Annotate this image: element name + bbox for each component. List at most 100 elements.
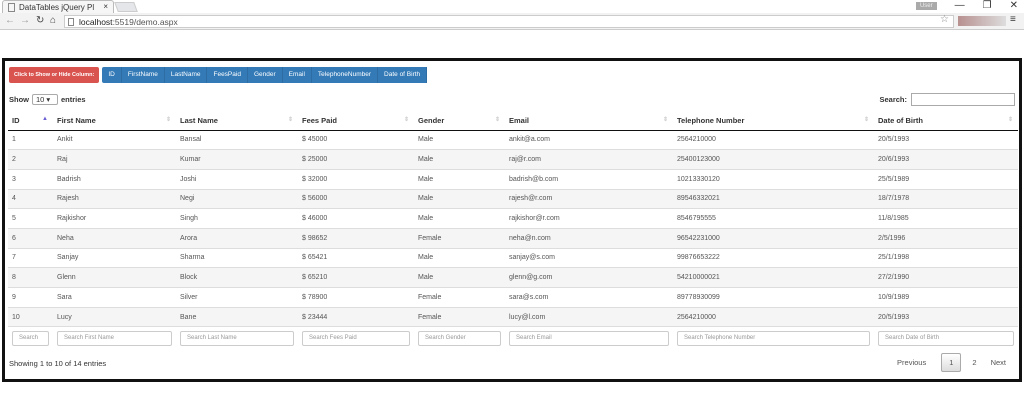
page-1-button[interactable]: 1 bbox=[941, 353, 962, 372]
column-header-email[interactable]: Email ⇕ bbox=[505, 111, 673, 131]
cell-date-of-birth: 10/9/1989 bbox=[874, 287, 1018, 308]
cell-last-name: Bane bbox=[176, 306, 298, 327]
close-window-icon[interactable]: ✕ bbox=[1010, 0, 1018, 11]
user-badge[interactable]: User bbox=[915, 1, 937, 10]
filter-input-telephone-number[interactable]: Search Telephone Number bbox=[677, 330, 870, 346]
table-row[interactable]: 7 Sanjay Sharma $ 65421 Male sanjay@s.com 9987… bbox=[8, 247, 1018, 268]
filter-input-email[interactable]: Search Email bbox=[509, 330, 669, 346]
new-tab-button[interactable] bbox=[114, 2, 138, 12]
cell-first-name: Rajkishor bbox=[53, 208, 176, 229]
cell-first-name: Sara bbox=[53, 287, 176, 308]
page-2-button[interactable]: 2 bbox=[965, 354, 983, 371]
browser-tab[interactable]: DataTables jQuery Pl × bbox=[2, 0, 114, 13]
column-header-fees-paid[interactable]: Fees Paid ⇕ bbox=[298, 111, 414, 131]
column-header-telephone-number[interactable]: Telephone Number ⇕ bbox=[673, 111, 874, 131]
toggle-column-email[interactable]: Email bbox=[282, 67, 312, 83]
cell-fees-paid: $ 45000 bbox=[298, 129, 414, 150]
cell-gender: Male bbox=[414, 168, 505, 190]
filter-cell: Search Email bbox=[505, 326, 673, 349]
search-label: Search: bbox=[879, 95, 907, 104]
toggle-column-id[interactable]: ID bbox=[102, 67, 122, 83]
cell-id: 3 bbox=[8, 168, 53, 190]
filter-cell: Search Telephone Number bbox=[673, 326, 874, 349]
table-info: Showing 1 to 10 of 14 entries bbox=[9, 359, 107, 368]
reload-icon[interactable]: ↻ bbox=[36, 15, 44, 26]
entries-label: entries bbox=[61, 95, 86, 104]
toggle-label-button[interactable]: Click to Show or Hide Column: bbox=[9, 67, 100, 83]
toggle-column-lastname[interactable]: LastName bbox=[164, 67, 208, 83]
toggle-column-gender[interactable]: Gender bbox=[247, 67, 283, 83]
filter-input-fees-paid[interactable]: Search Fees Paid bbox=[302, 330, 410, 346]
cell-email: neha@n.com bbox=[505, 227, 673, 249]
column-header-last-name[interactable]: Last Name ⇕ bbox=[176, 111, 298, 131]
table-row[interactable]: 1 Ankit Bansal $ 45000 Male ankit@a.com 256421… bbox=[8, 129, 1018, 150]
menu-icon[interactable]: ≡ bbox=[1010, 14, 1016, 25]
filter-input-id[interactable]: Search bbox=[12, 330, 49, 346]
tab-title: DataTables jQuery Pl bbox=[19, 3, 95, 12]
cell-id: 9 bbox=[8, 287, 53, 308]
cell-last-name: Sharma bbox=[176, 247, 298, 268]
toggle-column-date-of-birth[interactable]: Date of Birth bbox=[378, 67, 428, 83]
url-path: :5519/demo.aspx bbox=[112, 17, 178, 27]
table-row[interactable]: 8 Glenn Block $ 65210 Male glenn@g.com 5421000… bbox=[8, 267, 1018, 288]
filter-input-gender[interactable]: Search Gender bbox=[418, 330, 501, 346]
header-label: Email bbox=[509, 115, 530, 125]
cell-first-name: Rajesh bbox=[53, 188, 176, 209]
forward-icon[interactable]: → bbox=[20, 15, 30, 26]
show-label: Show bbox=[9, 95, 29, 104]
column-header-first-name[interactable]: First Name ⇕ bbox=[53, 111, 176, 131]
filter-input-first-name[interactable]: Search First Name bbox=[57, 330, 172, 346]
table-row[interactable]: 5 Rajkishor Singh $ 46000 Male rajkishor@r.co… bbox=[8, 208, 1018, 229]
cell-id: 8 bbox=[8, 267, 53, 288]
home-icon[interactable]: ⌂ bbox=[50, 15, 56, 26]
header-label: ID bbox=[12, 115, 20, 125]
sort-icon: ⇕ bbox=[165, 117, 171, 123]
extensions bbox=[958, 16, 1006, 26]
maximize-icon[interactable]: ❐ bbox=[983, 0, 992, 11]
cell-date-of-birth: 20/6/1993 bbox=[874, 149, 1018, 170]
cell-fees-paid: $ 32000 bbox=[298, 168, 414, 190]
datatable-wrapper: Click to Show or Hide Column: ID FirstNam… bbox=[2, 58, 1022, 382]
close-tab-icon[interactable]: × bbox=[103, 2, 108, 11]
sort-icon: ⇕ bbox=[863, 117, 869, 123]
cell-telephone-number: 10213330120 bbox=[673, 168, 874, 190]
sort-icon: ⇕ bbox=[494, 117, 500, 123]
previous-button[interactable]: Previous bbox=[890, 354, 933, 371]
cell-gender: Male bbox=[414, 267, 505, 288]
table-row[interactable]: 3 Badrish Joshi $ 32000 Male badrish@b.com 102… bbox=[8, 168, 1018, 190]
minimize-icon[interactable]: — bbox=[955, 0, 965, 11]
cell-gender: Male bbox=[414, 247, 505, 268]
table-row[interactable]: 9 Sara Silver $ 78900 Female sara@s.com 897789… bbox=[8, 287, 1018, 308]
cell-telephone-number: 89546332021 bbox=[673, 188, 874, 209]
page-length-select[interactable]: 10 ▾ bbox=[32, 94, 58, 105]
cell-gender: Male bbox=[414, 129, 505, 150]
column-header-gender[interactable]: Gender ⇕ bbox=[414, 111, 505, 131]
address-bar[interactable]: localhost:5519/demo.aspx bbox=[64, 15, 954, 28]
column-header-id[interactable]: ID ▲ bbox=[8, 111, 53, 131]
toggle-column-feespaid[interactable]: FeesPaid bbox=[207, 67, 248, 83]
cell-id: 10 bbox=[8, 306, 53, 327]
bookmark-star-icon[interactable]: ☆ bbox=[940, 14, 949, 25]
cell-fees-paid: $ 23444 bbox=[298, 306, 414, 327]
cell-gender: Female bbox=[414, 306, 505, 327]
toggle-column-telephonenumber[interactable]: TelephoneNumber bbox=[311, 67, 379, 83]
column-header-date-of-birth[interactable]: Date of Birth ⇕ bbox=[874, 111, 1018, 131]
table-row[interactable]: 2 Raj Kumar $ 25000 Male raj@r.com 25400123000… bbox=[8, 149, 1018, 170]
cell-first-name: Raj bbox=[53, 149, 176, 170]
next-button[interactable]: Next bbox=[984, 354, 1013, 371]
table-row[interactable]: 6 Neha Arora $ 98652 Female neha@n.com 9654223… bbox=[8, 227, 1018, 249]
table-row[interactable]: 10 Lucy Bane $ 23444 Female lucy@l.com 2564210… bbox=[8, 306, 1018, 327]
header-label: Gender bbox=[418, 115, 445, 125]
toggle-column-firstname[interactable]: FirstName bbox=[121, 67, 165, 83]
sort-icon: ⇕ bbox=[662, 117, 668, 123]
search-input[interactable] bbox=[911, 93, 1015, 106]
filter-input-date-of-birth[interactable]: Search Date of Birth bbox=[878, 330, 1014, 346]
table-row[interactable]: 4 Rajesh Negi $ 56000 Male rajesh@r.com 895463… bbox=[8, 188, 1018, 209]
sort-icon: ⇕ bbox=[403, 117, 409, 123]
cell-first-name: Sanjay bbox=[53, 247, 176, 268]
cell-id: 7 bbox=[8, 247, 53, 268]
cell-gender: Male bbox=[414, 188, 505, 209]
back-icon[interactable]: ← bbox=[5, 15, 15, 26]
filter-input-last-name[interactable]: Search Last Name bbox=[180, 330, 294, 346]
cell-last-name: Block bbox=[176, 267, 298, 288]
